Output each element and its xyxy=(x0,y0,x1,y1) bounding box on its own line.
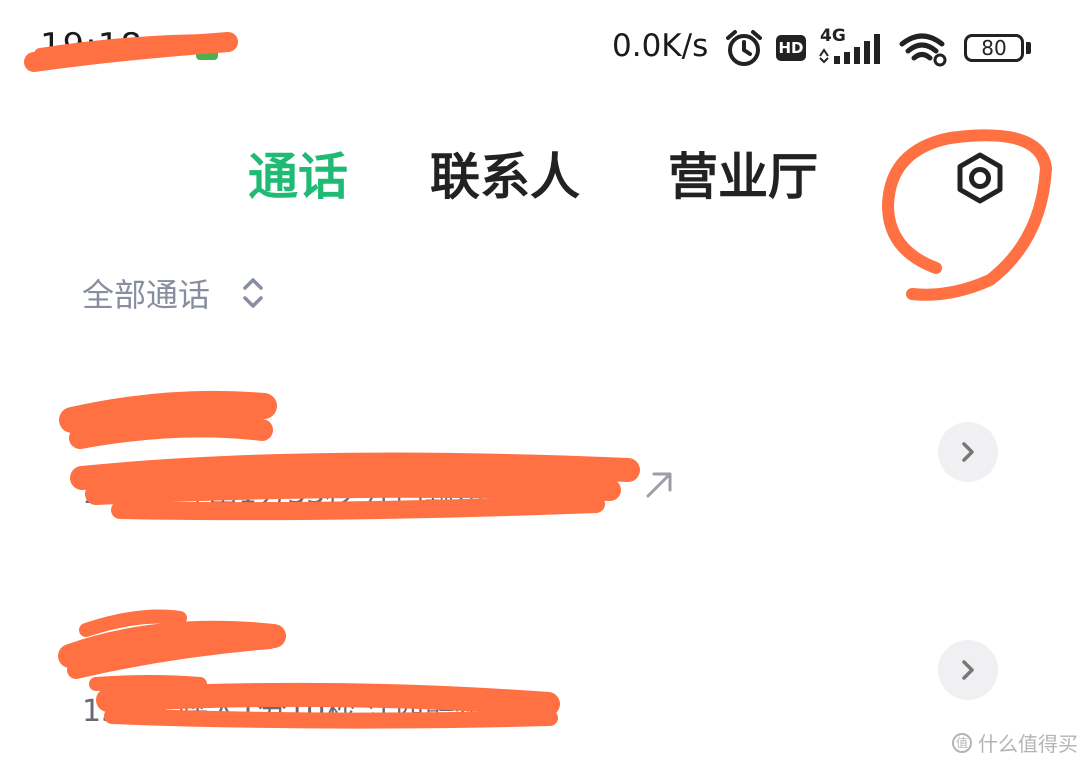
call-detail-button[interactable] xyxy=(938,640,998,700)
network-speed: 0.0K/s xyxy=(612,28,709,64)
wifi-icon xyxy=(898,32,950,72)
filter-label: 全部通话 xyxy=(82,276,211,314)
status-bar: 19:18 0.0K/s HD 4G 80 xyxy=(0,0,1080,100)
battery-tip xyxy=(1026,42,1031,54)
tab-contacts[interactable]: 联系人 xyxy=(430,142,580,212)
notification-icon xyxy=(196,38,218,60)
hd-badge: HD xyxy=(776,35,806,61)
signal-icon xyxy=(818,34,888,68)
alarm-icon xyxy=(724,28,764,72)
call-log-item[interactable]: 17:37 呼出1分33秒 江西赣州 移动 xyxy=(0,382,1080,562)
watermark-text: 什么值得买 xyxy=(978,732,1078,756)
call-log-item[interactable]: 15:26 呼入1分10秒 江西赣州 移动 xyxy=(0,600,1080,766)
gear-icon[interactable] xyxy=(952,150,1008,210)
call-detail-button[interactable] xyxy=(938,422,998,482)
status-time: 19:18 xyxy=(40,26,143,66)
call-filter-dropdown[interactable]: 全部通话 xyxy=(82,270,264,316)
call-log-screen: 19:18 0.0K/s HD 4G 80 通话 联系人 营业厅 全部通话 17… xyxy=(0,0,1080,766)
battery-indicator: 80 xyxy=(964,34,1024,62)
call-detail: 15:26 呼入1分10秒 江西赣州 移动 xyxy=(82,694,555,729)
call-detail: 17:37 呼出1分33秒 江西赣州 移动 xyxy=(82,476,555,511)
tab-service-hall[interactable]: 营业厅 xyxy=(668,142,818,212)
outgoing-arrow-icon xyxy=(644,470,674,504)
tab-calls[interactable]: 通话 xyxy=(248,142,348,212)
watermark: 值 什么值得买 xyxy=(952,728,1078,757)
sort-updown-icon xyxy=(242,276,264,314)
watermark-logo-icon: 值 xyxy=(952,732,972,753)
